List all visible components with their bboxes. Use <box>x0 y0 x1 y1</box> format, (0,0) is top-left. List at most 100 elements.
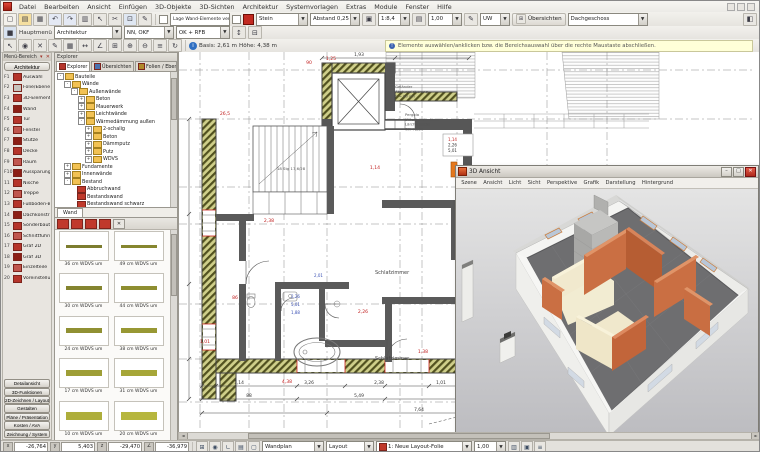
paste-icon[interactable]: ⊡ <box>123 13 137 26</box>
expand-icon[interactable]: + <box>64 163 71 170</box>
wall-thumb-30-cm-wdvs-um[interactable]: 30 cm WDVS um <box>56 273 111 315</box>
expand-icon[interactable]: + <box>78 103 85 110</box>
palette-item-treppe[interactable]: 12Treppe <box>3 189 51 200</box>
tab-folien-ebenen[interactable]: Folien / Ebenen <box>135 61 177 71</box>
menu-extras[interactable]: Extras <box>342 3 370 11</box>
wall-thumb-44-cm-wdvs-um[interactable]: 44 cm WDVS um <box>111 273 166 315</box>
pencil-icon[interactable]: ✎ <box>48 39 62 52</box>
palette-item-sonderbauteile[interactable]: 15Sonderbauteile <box>3 220 51 231</box>
expand-icon[interactable]: + <box>85 141 92 148</box>
save-icon[interactable]: ▦ <box>33 13 47 26</box>
menu-datei[interactable]: Datei <box>15 3 40 11</box>
wall-type-3-icon[interactable] <box>85 219 97 229</box>
tab-uebersichten[interactable]: Übersichten <box>91 61 134 71</box>
tree-node-bestand[interactable]: -Bestand <box>55 178 177 186</box>
measure-icon[interactable]: ↔ <box>78 39 92 52</box>
3d-menu-sicht[interactable]: Sicht <box>524 180 543 186</box>
palette-button-pl-ne-pr-sentation[interactable]: Pläne / Präsentation <box>4 413 50 421</box>
expand-icon[interactable]: + <box>64 171 71 178</box>
chevron-down-icon[interactable]: ▼ <box>462 442 471 452</box>
tree-node-putz[interactable]: +Putz <box>55 148 177 156</box>
print-icon[interactable]: ▥ <box>508 441 520 452</box>
select-toggle-icon[interactable]: ▢ <box>248 441 260 452</box>
menu-einf-gen[interactable]: Einfügen <box>115 3 151 11</box>
scroll-left-icon[interactable]: ◄ <box>179 433 188 439</box>
palette-item-st-tze[interactable]: F7Stütze <box>3 136 51 147</box>
tab-explorer[interactable]: Explorer <box>56 61 90 71</box>
expand-icon[interactable]: + <box>85 148 92 155</box>
tab-wand[interactable]: Wand <box>57 208 83 217</box>
select-arrow-icon[interactable]: ↖ <box>3 39 17 52</box>
expand-icon[interactable]: + <box>78 111 85 118</box>
menu-hilfe[interactable]: Hilfe <box>433 3 456 11</box>
chevron-down-icon[interactable]: ▼ <box>350 14 359 25</box>
palette-item-fu-boden-bel[interactable]: 13Fußboden-Bel. <box>3 199 51 210</box>
home-icon[interactable]: ■ <box>3 26 17 39</box>
abstand-combo[interactable]: Abstand 0,25▼ <box>310 13 360 26</box>
3d-menu-ansicht[interactable]: Ansicht <box>480 180 506 186</box>
close-icon[interactable] <box>747 3 755 11</box>
delete-icon[interactable]: ✕ <box>33 39 47 52</box>
wall-thumb-49-cm-wdvs-um[interactable]: 49 cm WDVS um <box>111 231 166 273</box>
height-icon[interactable]: ↕ <box>232 26 246 39</box>
wall-thumb-38-cm-wdvs-um[interactable]: 38 cm WDVS um <box>111 316 166 358</box>
wall-thumb-24-cm-wdvs-um[interactable]: 24 cm WDVS um <box>56 316 111 358</box>
thumb-scrollbar[interactable] <box>170 230 177 443</box>
palette-item-wand[interactable]: F4Wand <box>3 104 51 115</box>
bezug-combo[interactable]: OK + RFB▼ <box>176 26 230 39</box>
tree-node-d-mmputz[interactable]: +Dämmputz <box>55 141 177 149</box>
3d-menu-perspektive[interactable]: Perspektive <box>544 180 581 186</box>
redo-icon[interactable]: ↷ <box>63 13 77 26</box>
palette-item-einzelteile[interactable]: 19Einzelteile <box>3 263 51 274</box>
palette-item-auswahl[interactable]: F1Auswahl <box>3 72 51 83</box>
close-icon[interactable]: ✕ <box>745 167 756 177</box>
menu-3d-objekte[interactable]: 3D-Objekte <box>151 3 195 11</box>
palette-item-fenster[interactable]: F6Fenster <box>3 125 51 136</box>
wall-thumb-17-cm-wdvs-um[interactable]: 17 cm WDVS um <box>56 358 111 400</box>
tree-node-beton[interactable]: +Beton <box>55 96 177 104</box>
chevron-down-icon[interactable]: ▼ <box>164 27 173 38</box>
wall-thumb-31-cm-wdvs-um[interactable]: 31 cm WDVS um <box>111 358 166 400</box>
tree-node-w-nde[interactable]: -Wände <box>55 81 177 89</box>
plan-combo[interactable]: Wandplan▼ <box>262 441 324 452</box>
zoom-in-icon[interactable]: ⊕ <box>123 39 137 52</box>
layer-toggle-icon[interactable]: ▤ <box>235 441 247 452</box>
tree-node-au-enw-nde[interactable]: -Außenwände <box>55 88 177 96</box>
3d-viewport[interactable] <box>456 189 758 436</box>
wall-tool-icon[interactable]: ▦ <box>63 39 77 52</box>
palette-button-2d-zeichnen-layout[interactable]: 2D-Zeichnen / Layout <box>4 396 50 404</box>
zoom-combo[interactable]: 1,00▼ <box>474 441 506 452</box>
geschoss-combo[interactable]: Dachgeschoss▼ <box>568 13 648 26</box>
collapse-icon[interactable]: - <box>57 73 64 80</box>
collapse-icon[interactable]: - <box>64 178 71 185</box>
wall-thumb-20-cm-wdvs-um[interactable]: 20 cm WDVS um <box>111 401 166 443</box>
chevron-down-icon[interactable]: ▼ <box>500 14 509 25</box>
palette-item-t-r[interactable]: F5Tür <box>3 114 51 125</box>
menu-ansicht[interactable]: Ansicht <box>83 3 115 11</box>
material-combo[interactable]: Stein▼ <box>256 13 308 26</box>
close-icon[interactable]: ✕ <box>46 54 50 60</box>
palette-item-graf-3d[interactable]: 18Graf 3D <box>3 252 51 263</box>
palette-item-voreinstellungen[interactable]: 20Voreinstellungen <box>3 273 51 284</box>
open-icon[interactable]: ▤ <box>18 13 32 26</box>
undo-icon[interactable]: ↶ <box>48 13 62 26</box>
palette-item-schnittf-hrung[interactable]: 16Schnittführung <box>3 231 51 242</box>
palette-item-nische[interactable]: 11Nische <box>3 178 51 189</box>
palette-mode-button[interactable]: Architektur <box>4 62 50 71</box>
3d-window-titlebar[interactable]: 3D Ansicht – □ ✕ <box>456 166 758 178</box>
wall-thumb-10-cm-wdvs-um[interactable]: 10 cm WDVS um <box>56 401 111 443</box>
menu-3d-sichten[interactable]: 3D-Sichten <box>195 3 238 11</box>
tree-node-mauerwerk[interactable]: +Mauerwerk <box>55 103 177 111</box>
tree-scrollbar[interactable] <box>170 72 177 208</box>
chevron-down-icon[interactable]: ▼ <box>496 442 505 452</box>
menu-bearbeiten[interactable]: Bearbeiten <box>40 3 83 11</box>
refresh-icon[interactable]: ↻ <box>168 39 182 52</box>
wall-connect-checkbox[interactable] <box>159 15 168 24</box>
wall-type-4-icon[interactable] <box>99 219 111 229</box>
grid-toggle-icon[interactable]: ⊞ <box>196 441 208 452</box>
menu-architektur[interactable]: Architektur <box>239 3 283 11</box>
option-checkbox[interactable] <box>232 15 241 24</box>
3d-menu-grafik[interactable]: Grafik <box>580 180 602 186</box>
expand-icon[interactable]: + <box>78 96 85 103</box>
settings-icon[interactable]: ≡ <box>534 441 546 452</box>
